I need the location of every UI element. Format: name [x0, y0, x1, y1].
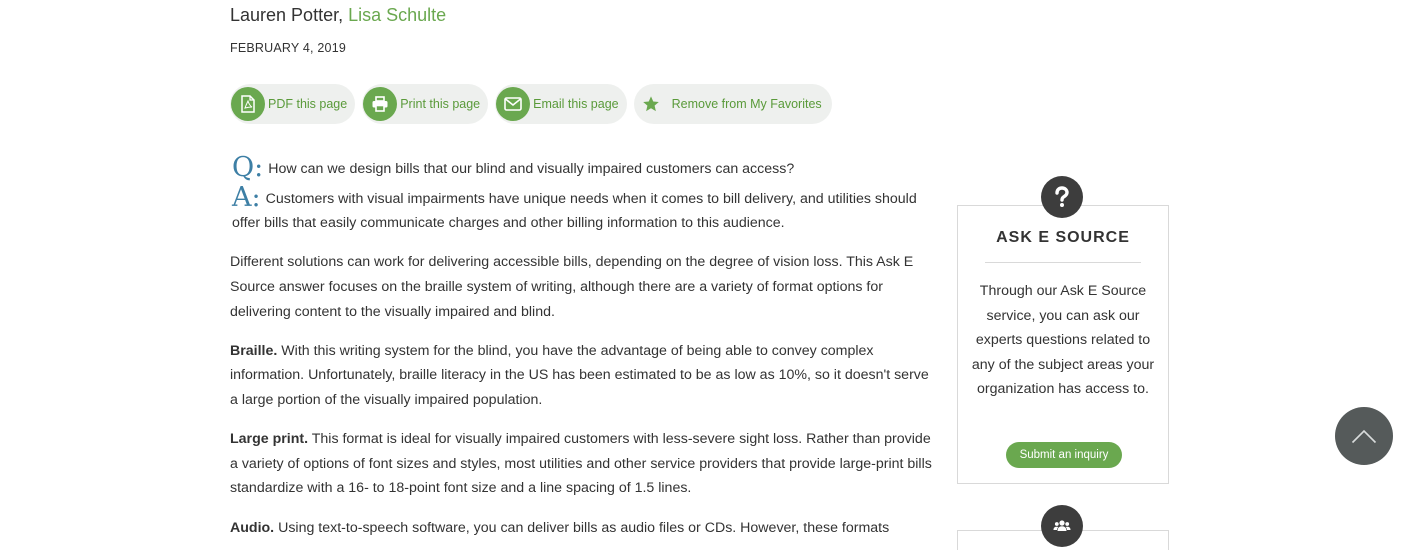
print-button[interactable]: Print this page	[362, 84, 489, 124]
printer-icon	[363, 87, 398, 121]
envelope-icon	[496, 87, 531, 121]
users-icon	[1041, 505, 1083, 547]
article-body: Q: How can we design bills that our blind…	[230, 154, 935, 550]
pdf-file-icon	[231, 87, 265, 121]
intro-paragraph: Different solutions can work for deliver…	[230, 254, 914, 320]
divider	[985, 262, 1141, 263]
large-print-paragraph: Large print. This format is ideal for vi…	[230, 427, 935, 501]
pdf-button[interactable]: PDF this page	[230, 84, 356, 124]
question: Q: How can we design bills that our blind…	[232, 154, 935, 182]
audio-paragraph: Audio. Using text-to-speech software, yo…	[230, 516, 935, 541]
favorite-button-label: Remove from My Favorites	[671, 97, 822, 111]
byline-authors: Lauren Potter, Lisa Schulte	[230, 5, 446, 26]
question-text: How can we design bills that our blind a…	[268, 161, 795, 177]
chevron-up-icon	[1351, 428, 1377, 444]
ask-e-source-description: Through our Ask E Source service, you ca…	[971, 283, 1155, 398]
braille-paragraph: Braille. With this writing system for th…	[230, 339, 935, 413]
page-actions: PDF this page Print this page Email this…	[230, 84, 832, 124]
braille-text: With this writing system for the blind, …	[230, 342, 929, 408]
remove-favorite-button[interactable]: Remove from My Favorites	[633, 84, 832, 124]
answer-text: Customers with visual impairments have u…	[232, 190, 917, 232]
audio-heading: Audio.	[230, 519, 275, 536]
pdf-button-label: PDF this page	[268, 97, 348, 111]
question-marker: Q:	[232, 152, 264, 183]
print-button-label: Print this page	[400, 97, 481, 111]
ask-e-source-title: ASK E SOURCE	[996, 229, 1130, 246]
article-page: Lauren Potter, Lisa Schulte FEBRUARY 4, …	[0, 0, 1419, 550]
email-button-label: Email this page	[533, 97, 619, 111]
ask-e-source-widget: ASK E SOURCE Through our Ask E Source se…	[957, 205, 1169, 484]
author-link[interactable]: Lisa Schulte	[348, 5, 446, 25]
audio-text: Using text-to-speech software, you can d…	[274, 519, 890, 536]
star-icon	[642, 95, 660, 113]
large-print-heading: Large print.	[230, 431, 309, 448]
answer: A: Customers with visual impairments have…	[232, 184, 935, 236]
large-print-text: This format is ideal for visually impair…	[230, 431, 932, 497]
author-name: Lauren Potter,	[230, 5, 344, 25]
email-button[interactable]: Email this page	[495, 84, 627, 124]
publish-date: FEBRUARY 4, 2019	[230, 41, 346, 55]
submit-inquiry-button[interactable]: Submit an inquiry	[1006, 442, 1122, 468]
answer-marker: A:	[232, 181, 261, 213]
question-mark-icon	[1041, 176, 1083, 218]
scroll-to-top-button[interactable]	[1335, 407, 1393, 465]
braille-heading: Braille.	[230, 342, 278, 359]
